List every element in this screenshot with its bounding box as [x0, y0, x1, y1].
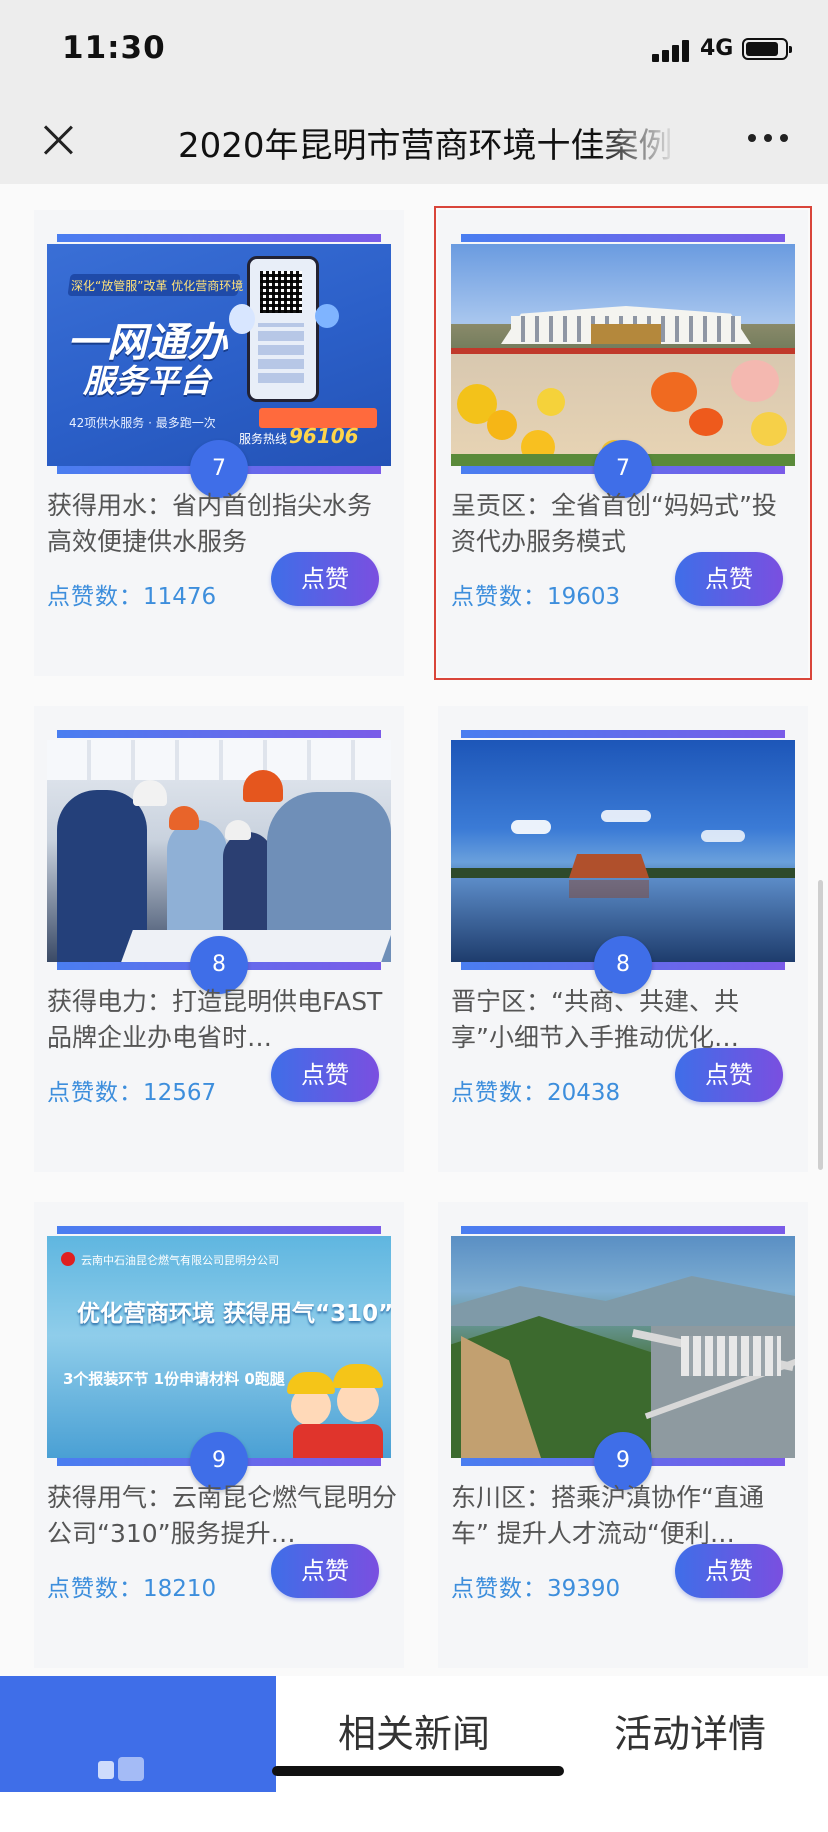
- likes-count: 点赞数：18210: [47, 1569, 216, 1603]
- pavilion-building: [569, 854, 649, 878]
- likes-label: 点赞数：: [47, 1576, 143, 1602]
- likes-value: 20438: [547, 1080, 621, 1106]
- case-image: 云南中石油昆仑燃气有限公司昆明分公司 优化营商环境 获得用气“310” 3个报装…: [47, 1226, 391, 1490]
- case-title[interactable]: 晋宁区：“共商、共建、共享”小细节入手推动优化…: [451, 984, 801, 1056]
- likes-label: 点赞数：: [47, 584, 143, 610]
- like-button[interactable]: 点赞: [271, 552, 379, 606]
- like-button[interactable]: 点赞: [675, 552, 783, 606]
- signal-icon: [652, 40, 692, 62]
- image-company: 云南中石油昆仑燃气有限公司昆明分公司: [81, 1254, 279, 1267]
- petrochina-logo-icon: [61, 1252, 75, 1266]
- case-image: 7: [451, 234, 795, 498]
- page-title: 2020年昆明市营商环境十佳案例: [178, 126, 673, 166]
- hotline-label: 服务热线: [239, 432, 288, 446]
- battery-icon: [742, 38, 792, 60]
- scrollbar[interactable]: [818, 880, 823, 1170]
- case-card[interactable]: 深化“放管服”改革 优化营商环境 一网通办 服务平台 42项供水服务 · 最多跑…: [34, 210, 404, 676]
- likes-count: 点赞数：20438: [451, 1073, 620, 1107]
- case-title[interactable]: 获得用气：云南昆仑燃气昆明分公司“310”服务提升…: [47, 1480, 397, 1552]
- tab-event-details[interactable]: 活动详情: [552, 1676, 828, 1792]
- likes-count: 点赞数：12567: [47, 1073, 216, 1107]
- like-button[interactable]: 点赞: [271, 1048, 379, 1102]
- nav-bar: 2020年昆明市营商环境十佳案例: [0, 96, 828, 184]
- likes-value: 39390: [547, 1576, 621, 1602]
- case-image: 8: [47, 730, 391, 994]
- likes-label: 点赞数：: [451, 1576, 547, 1602]
- case-grid[interactable]: 深化“放管服”改革 优化营商环境 一网通办 服务平台 42项供水服务 · 最多跑…: [0, 184, 828, 1676]
- home-indicator: [272, 1766, 564, 1776]
- likes-value: 12567: [143, 1080, 217, 1106]
- likes-value: 19603: [547, 584, 621, 610]
- likes-count: 点赞数：19603: [451, 577, 620, 611]
- case-title[interactable]: 东川区：搭乘沪滇协作“直通车” 提升人才流动“便利…: [451, 1480, 801, 1552]
- case-title[interactable]: 呈贡区：全省首创“妈妈式”投资代办服务模式: [451, 488, 801, 560]
- likes-value: 18210: [143, 1576, 217, 1602]
- case-title[interactable]: 获得用水：省内首创指尖水务 高效便捷供水服务: [47, 488, 397, 560]
- case-card[interactable]: 8 晋宁区：“共商、共建、共享”小细节入手推动优化… 点赞数：20438 点赞: [438, 706, 808, 1172]
- case-card[interactable]: 7 呈贡区：全省首创“妈妈式”投资代办服务模式 点赞数：19603 点赞: [434, 206, 812, 680]
- case-image: 9: [451, 1226, 795, 1490]
- hotline-number: 96106: [289, 424, 359, 448]
- image-note: 42项供水服务 · 最多跑一次: [69, 416, 216, 430]
- case-title[interactable]: 获得电力：打造昆明供电FAST品牌企业办电省时…: [47, 984, 397, 1056]
- case-image: 8: [451, 730, 795, 994]
- image-subline: 3个报装环节 1份申请材料 0跑腿: [63, 1370, 285, 1388]
- likes-count: 点赞数：39390: [451, 1569, 620, 1603]
- like-button[interactable]: 点赞: [675, 1544, 783, 1598]
- status-time: 11:30: [62, 30, 166, 66]
- likes-count: 点赞数：11476: [47, 577, 216, 611]
- phone-graphic: [247, 256, 319, 402]
- image-headline: 优化营商环境 获得用气“310”: [77, 1301, 391, 1327]
- battery-level: [746, 42, 778, 56]
- network-type: 4G: [700, 36, 734, 61]
- likes-label: 点赞数：: [451, 1080, 547, 1106]
- case-card[interactable]: 9 东川区：搭乘沪滇协作“直通车” 提升人才流动“便利… 点赞数：39390 点…: [438, 1202, 808, 1668]
- case-card[interactable]: 8 获得电力：打造昆明供电FAST品牌企业办电省时… 点赞数：12567 点赞: [34, 706, 404, 1172]
- like-button[interactable]: 点赞: [271, 1544, 379, 1598]
- case-image: 深化“放管服”改革 优化营商环境 一网通办 服务平台 42项供水服务 · 最多跑…: [47, 234, 391, 498]
- image-subheadline: 服务平台: [83, 362, 212, 400]
- like-button[interactable]: 点赞: [675, 1048, 783, 1102]
- case-card[interactable]: 云南中石油昆仑燃气有限公司昆明分公司 优化营商环境 获得用气“310” 3个报装…: [34, 1202, 404, 1668]
- close-icon[interactable]: [38, 120, 78, 160]
- likes-label: 点赞数：: [451, 584, 547, 610]
- status-bar: 11:30 4G: [0, 0, 828, 96]
- home-tab-icon: [96, 1716, 146, 1781]
- tab-home[interactable]: [0, 1676, 276, 1792]
- likes-value: 11476: [143, 584, 217, 610]
- image-caption: 深化“放管服”改革 优化营商环境: [71, 279, 244, 293]
- likes-label: 点赞数：: [47, 1080, 143, 1106]
- more-icon[interactable]: [748, 134, 790, 144]
